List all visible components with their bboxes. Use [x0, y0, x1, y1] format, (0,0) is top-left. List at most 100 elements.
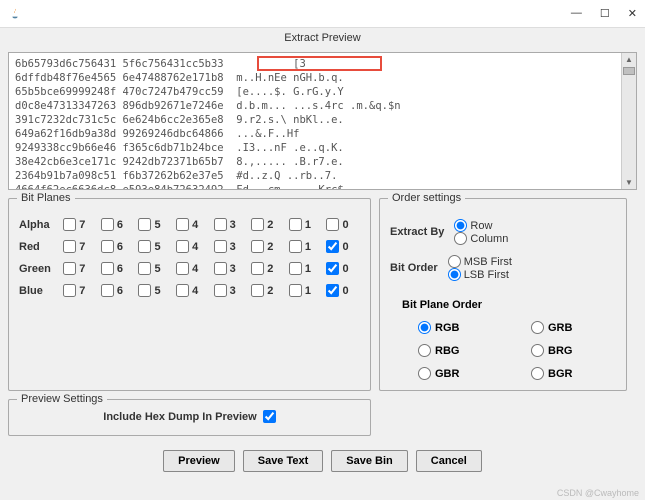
channel-label: Alpha	[19, 219, 59, 231]
bit-checkbox-alpha-6[interactable]	[101, 218, 114, 231]
bit-cell: 5	[138, 284, 172, 297]
bit-checkbox-red-6[interactable]	[101, 240, 114, 253]
bitplane-row-alpha: Alpha76543210	[19, 218, 360, 231]
bit-label: 6	[117, 285, 123, 297]
save-bin-button[interactable]: Save Bin	[331, 450, 407, 472]
bit-label: 1	[305, 219, 311, 231]
bit-checkbox-blue-7[interactable]	[63, 284, 76, 297]
bit-cell: 5	[138, 262, 172, 275]
bit-cell: 3	[214, 284, 248, 297]
bit-checkbox-blue-6[interactable]	[101, 284, 114, 297]
cancel-button[interactable]: Cancel	[416, 450, 482, 472]
bit-checkbox-green-6[interactable]	[101, 262, 114, 275]
bit-checkbox-red-3[interactable]	[214, 240, 227, 253]
maximize-button[interactable]: ☐	[600, 7, 610, 20]
bit-checkbox-alpha-2[interactable]	[251, 218, 264, 231]
bit-cell: 5	[138, 218, 172, 231]
bit-checkbox-alpha-7[interactable]	[63, 218, 76, 231]
preview-button[interactable]: Preview	[163, 450, 235, 472]
bit-label: 0	[342, 263, 348, 275]
radio-input[interactable]	[454, 219, 467, 232]
radio-input[interactable]	[531, 344, 544, 357]
radio-brg[interactable]: BRG	[531, 344, 616, 357]
window-title: Extract Preview	[0, 28, 645, 48]
radio-input[interactable]	[531, 321, 544, 334]
bit-checkbox-blue-4[interactable]	[176, 284, 189, 297]
bit-cell: 3	[214, 218, 248, 231]
bit-cell: 1	[289, 262, 323, 275]
bit-checkbox-green-1[interactable]	[289, 262, 302, 275]
bit-checkbox-green-4[interactable]	[176, 262, 189, 275]
extract-by-row: Extract By RowColumn	[390, 219, 616, 245]
bit-label: 1	[305, 285, 311, 297]
bit-checkbox-red-7[interactable]	[63, 240, 76, 253]
radio-input[interactable]	[418, 367, 431, 380]
bit-checkbox-alpha-3[interactable]	[214, 218, 227, 231]
hexdump-text[interactable]: 6b65793d6c756431 5f6c756431cc5b33 [3 6df…	[9, 53, 621, 189]
radio-rbg[interactable]: RBG	[418, 344, 503, 357]
bit-checkbox-blue-5[interactable]	[138, 284, 151, 297]
bit-checkbox-alpha-4[interactable]	[176, 218, 189, 231]
save-text-button[interactable]: Save Text	[243, 450, 324, 472]
bit-checkbox-red-1[interactable]	[289, 240, 302, 253]
bit-cell: 2	[251, 218, 285, 231]
radio-column[interactable]: Column	[454, 232, 508, 245]
bit-label: 2	[267, 285, 273, 297]
radio-row[interactable]: Row	[454, 219, 508, 232]
minimize-button[interactable]: —	[571, 7, 582, 20]
channel-label: Blue	[19, 285, 59, 297]
bit-label: 7	[79, 263, 85, 275]
bit-checkbox-green-7[interactable]	[63, 262, 76, 275]
bitplane-row-green: Green76543210	[19, 262, 360, 275]
bit-checkbox-blue-3[interactable]	[214, 284, 227, 297]
bit-cell: 0	[326, 284, 360, 297]
bit-checkbox-green-3[interactable]	[214, 262, 227, 275]
bit-label: 0	[342, 241, 348, 253]
radio-input[interactable]	[448, 268, 461, 281]
bit-checkbox-blue-1[interactable]	[289, 284, 302, 297]
java-icon	[8, 7, 22, 21]
radio-rgb[interactable]: RGB	[418, 321, 503, 334]
bitplane-row-red: Red76543210	[19, 240, 360, 253]
bit-checkbox-red-4[interactable]	[176, 240, 189, 253]
radio-gbr[interactable]: GBR	[418, 367, 503, 380]
bit-checkbox-green-5[interactable]	[138, 262, 151, 275]
bit-checkbox-green-2[interactable]	[251, 262, 264, 275]
order-title: Order settings	[388, 192, 465, 204]
bit-checkbox-alpha-0[interactable]	[326, 218, 339, 231]
radio-input[interactable]	[448, 255, 461, 268]
radio-input[interactable]	[418, 321, 431, 334]
bitplanes-panel: Bit Planes Alpha76543210Red76543210Green…	[8, 198, 371, 391]
bit-checkbox-red-5[interactable]	[138, 240, 151, 253]
bit-checkbox-red-0[interactable]	[326, 240, 339, 253]
bit-cell: 5	[138, 240, 172, 253]
close-button[interactable]: ✕	[628, 7, 637, 20]
bitplanes-title: Bit Planes	[17, 192, 75, 204]
bit-checkbox-red-2[interactable]	[251, 240, 264, 253]
scroll-thumb[interactable]	[623, 67, 635, 75]
bit-checkbox-blue-2[interactable]	[251, 284, 264, 297]
radio-msb-first[interactable]: MSB First	[448, 255, 512, 268]
button-bar: Preview Save Text Save Bin Cancel	[0, 440, 645, 482]
include-hexdump-checkbox[interactable]	[263, 410, 276, 423]
radio-bgr[interactable]: BGR	[531, 367, 616, 380]
radio-lsb-first[interactable]: LSB First	[448, 268, 512, 281]
bit-cell: 6	[101, 262, 135, 275]
radio-grb[interactable]: GRB	[531, 321, 616, 334]
bit-checkbox-alpha-5[interactable]	[138, 218, 151, 231]
bit-checkbox-blue-0[interactable]	[326, 284, 339, 297]
bitplane-row-blue: Blue76543210	[19, 284, 360, 297]
extract-by-label: Extract By	[390, 226, 444, 238]
radio-input[interactable]	[454, 232, 467, 245]
bit-cell: 4	[176, 240, 210, 253]
radio-input[interactable]	[418, 344, 431, 357]
scroll-down-icon[interactable]: ▼	[622, 176, 636, 189]
scroll-up-icon[interactable]: ▲	[622, 53, 636, 66]
plane-order-section: Bit Plane Order RGBGRBRBGBRGGBRBGR	[390, 299, 616, 380]
bit-checkbox-green-0[interactable]	[326, 262, 339, 275]
bit-order-row: Bit Order MSB FirstLSB First	[390, 255, 616, 281]
bit-label: 0	[342, 219, 348, 231]
radio-input[interactable]	[531, 367, 544, 380]
scrollbar[interactable]: ▲ ▼	[621, 53, 636, 189]
bit-checkbox-alpha-1[interactable]	[289, 218, 302, 231]
